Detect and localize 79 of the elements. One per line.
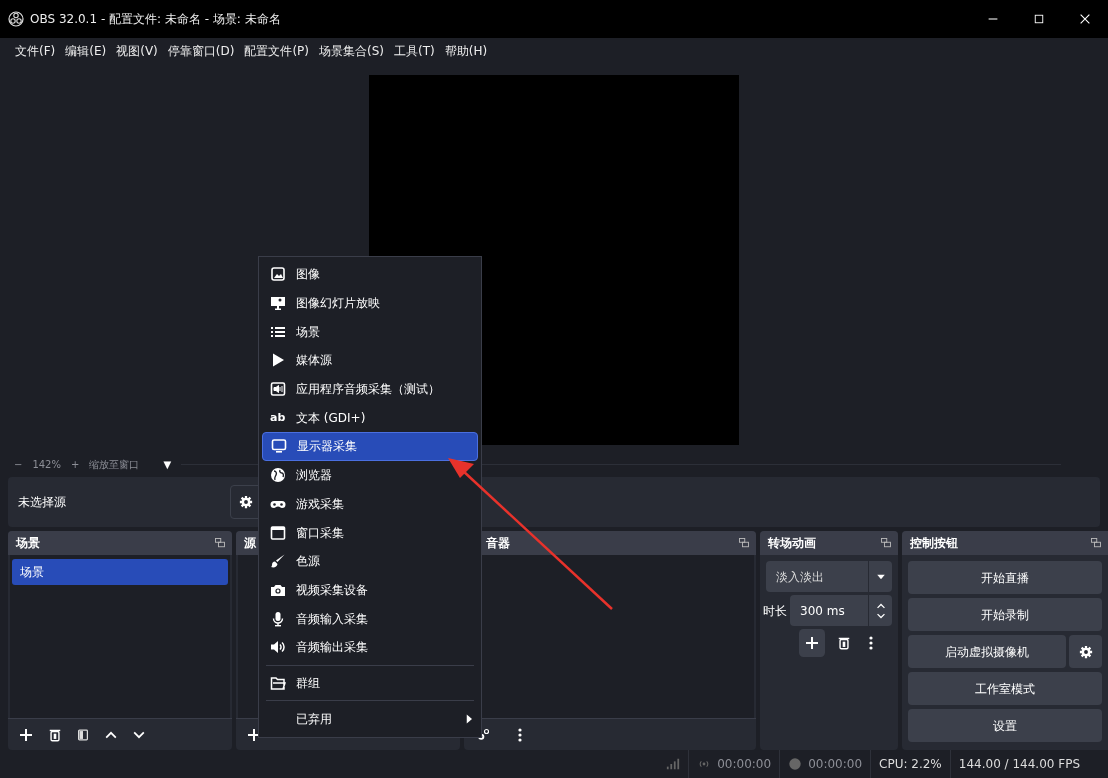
control-button[interactable]: 开始直播 — [908, 561, 1102, 594]
text-icon: ab — [270, 409, 286, 427]
record-icon — [788, 757, 803, 771]
transition-select[interactable]: 淡入淡出 — [766, 561, 892, 592]
control-button[interactable]: 启动虚拟摄像机 — [908, 635, 1066, 668]
dock-title: 转场动画 — [768, 535, 816, 552]
menu-item[interactable]: 图像 — [262, 260, 478, 289]
duration-field[interactable]: 300 ms — [790, 595, 892, 626]
stream-time: 00:00:00 — [717, 756, 772, 773]
dock-title: 音器 — [486, 535, 510, 552]
undock-icon[interactable] — [880, 537, 892, 549]
monitor-icon — [271, 438, 287, 455]
menu-bar-item[interactable]: 配置文件(P) — [239, 42, 314, 60]
scene-item[interactable]: 场景 — [12, 559, 228, 585]
menu-item[interactable]: 显示器采集 — [262, 432, 478, 461]
menu-item[interactable]: 应用程序音频采集（测试） — [262, 374, 478, 404]
settings-button[interactable] — [1069, 635, 1102, 668]
menu-item[interactable]: 游戏采集 — [262, 489, 478, 519]
menu-bar-item[interactable]: 工具(T) — [389, 42, 440, 60]
menu-item[interactable]: 已弃用 — [262, 704, 478, 733]
menu-item[interactable]: 场景 — [262, 317, 478, 347]
add-button[interactable] — [799, 629, 825, 657]
menu-item[interactable]: 群组 — [262, 668, 478, 698]
menu-bar-item[interactable]: 场景集合(S) — [314, 42, 389, 60]
signal-icon — [666, 757, 681, 771]
control-button[interactable]: 设置 — [908, 709, 1102, 742]
control-button[interactable]: 工作室模式 — [908, 672, 1102, 705]
no-source-label: 未选择源 — [18, 494, 66, 511]
globe-icon — [270, 467, 286, 484]
record-time: 00:00:00 — [808, 756, 863, 773]
play-icon — [270, 352, 286, 369]
dock-title: 控制按钮 — [910, 535, 958, 552]
menu-bar-item[interactable]: 编辑(E) — [60, 42, 112, 60]
zoom-level: 142% — [32, 457, 61, 472]
gear-icon — [1078, 644, 1093, 659]
menu-item[interactable]: 音频输入采集 — [262, 604, 478, 633]
filter-icon[interactable] — [76, 727, 90, 742]
menu-item[interactable]: ab 文本 (GDI+) — [262, 403, 478, 433]
menu-bar-item[interactable]: 视图(V) — [111, 42, 163, 60]
image-icon — [270, 266, 286, 283]
microphone-icon — [270, 610, 286, 627]
menu-item[interactable]: 视频采集设备 — [262, 575, 478, 605]
brush-icon — [270, 553, 286, 570]
speaker-icon — [270, 639, 286, 656]
dock-title: 场景 — [16, 535, 40, 552]
menu-item[interactable]: 图像幻灯片放映 — [262, 288, 478, 318]
maximize-icon — [1033, 13, 1045, 25]
audio-window-icon — [270, 381, 286, 398]
folder-icon — [270, 674, 286, 691]
add-icon[interactable] — [18, 726, 34, 743]
undock-icon[interactable] — [214, 537, 226, 549]
control-button[interactable]: 开始录制 — [908, 598, 1102, 631]
fps-reading: 144.00 / 144.00 FPS — [958, 756, 1080, 773]
add-icon — [804, 635, 820, 651]
window-title: OBS 32.0.1 - 配置文件: 未命名 - 场景: 未命名 — [30, 11, 281, 28]
menu-bar-item[interactable]: 停靠窗口(D) — [162, 42, 240, 60]
menu-bar-item[interactable]: 文件(F) — [10, 42, 61, 60]
zoom-out-button[interactable]: − — [14, 456, 23, 472]
slideshow-icon — [270, 295, 286, 312]
menu-bar-item[interactable]: 帮助(H) — [439, 42, 493, 60]
cpu-usage: CPU: 2.2% — [879, 756, 942, 773]
dock-title: 源 — [244, 535, 256, 552]
app-logo-icon — [8, 11, 24, 27]
gear-icon — [239, 495, 253, 509]
trash-icon[interactable] — [837, 636, 851, 650]
zoom-in-button[interactable]: + — [71, 456, 80, 472]
menu-item[interactable]: 色源 — [262, 546, 478, 576]
menu-item[interactable]: 媒体源 — [262, 346, 478, 375]
close-icon — [1078, 12, 1092, 26]
zoom-dropdown-button[interactable]: ▼ — [163, 456, 172, 472]
undock-icon[interactable] — [738, 537, 750, 549]
duration-label: 时长 — [762, 602, 788, 620]
trash-icon[interactable] — [48, 727, 62, 742]
menu-item[interactable]: 浏览器 — [262, 460, 478, 490]
menu-item[interactable]: 音频输出采集 — [262, 632, 478, 662]
menu-item[interactable]: 窗口采集 — [262, 518, 478, 547]
fit-to-window-button[interactable]: 缩放至窗口 — [89, 456, 140, 472]
undock-icon[interactable] — [1090, 537, 1102, 549]
window-icon — [270, 524, 286, 541]
